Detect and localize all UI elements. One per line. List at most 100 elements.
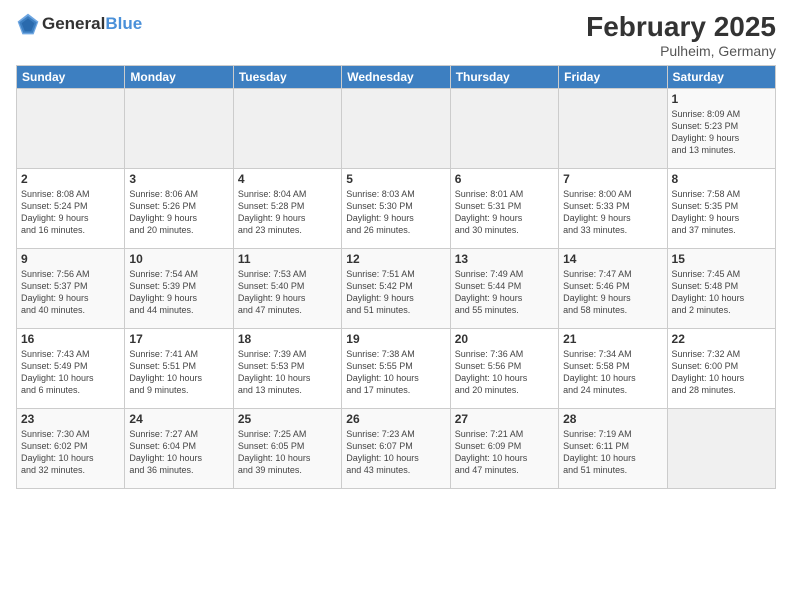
day-info: Sunrise: 7:19 AM Sunset: 6:11 PM Dayligh… <box>563 428 662 477</box>
calendar-cell: 2 Sunrise: 8:08 AM Sunset: 5:24 PM Daylig… <box>17 168 125 248</box>
day-number: 12 <box>346 252 445 266</box>
day-info: Sunrise: 8:08 AM Sunset: 5:24 PM Dayligh… <box>21 188 120 237</box>
day-info: Sunrise: 7:23 AM Sunset: 6:07 PM Dayligh… <box>346 428 445 477</box>
calendar-cell: 14 Sunrise: 7:47 AM Sunset: 5:46 PM Dayli… <box>559 248 667 328</box>
day-info: Sunrise: 8:09 AM Sunset: 5:23 PM Dayligh… <box>672 108 771 157</box>
day-number: 16 <box>21 332 120 346</box>
day-info: Sunrise: 7:41 AM Sunset: 5:51 PM Dayligh… <box>129 348 228 397</box>
day-info: Sunrise: 7:38 AM Sunset: 5:55 PM Dayligh… <box>346 348 445 397</box>
day-info: Sunrise: 7:21 AM Sunset: 6:09 PM Dayligh… <box>455 428 554 477</box>
day-info: Sunrise: 7:45 AM Sunset: 5:48 PM Dayligh… <box>672 268 771 317</box>
day-info: Sunrise: 7:53 AM Sunset: 5:40 PM Dayligh… <box>238 268 337 317</box>
day-header-thursday: Thursday <box>450 65 558 88</box>
calendar-cell: 9Sunrise: 7:56 AM Sunset: 5:37 PM Daylig… <box>17 248 125 328</box>
calendar-cell: 26 Sunrise: 7:23 AM Sunset: 6:07 PM Dayli… <box>342 408 450 488</box>
day-number: 8 <box>672 172 771 186</box>
calendar-cell <box>450 88 558 168</box>
calendar-cell: 12 Sunrise: 7:51 AM Sunset: 5:42 PM Dayli… <box>342 248 450 328</box>
calendar-cell <box>17 88 125 168</box>
calendar-cell: 25 Sunrise: 7:25 AM Sunset: 6:05 PM Dayli… <box>233 408 341 488</box>
calendar-cell <box>342 88 450 168</box>
day-number: 20 <box>455 332 554 346</box>
day-info: Sunrise: 7:51 AM Sunset: 5:42 PM Dayligh… <box>346 268 445 317</box>
calendar-cell: 8 Sunrise: 7:58 AM Sunset: 5:35 PM Daylig… <box>667 168 775 248</box>
day-number: 7 <box>563 172 662 186</box>
day-number: 3 <box>129 172 228 186</box>
day-number: 26 <box>346 412 445 426</box>
day-number: 4 <box>238 172 337 186</box>
day-header-wednesday: Wednesday <box>342 65 450 88</box>
calendar-cell <box>233 88 341 168</box>
day-number: 27 <box>455 412 554 426</box>
day-number: 10 <box>129 252 228 266</box>
day-info: Sunrise: 7:27 AM Sunset: 6:04 PM Dayligh… <box>129 428 228 477</box>
calendar-week-row: 9Sunrise: 7:56 AM Sunset: 5:37 PM Daylig… <box>17 248 776 328</box>
day-info: Sunrise: 7:58 AM Sunset: 5:35 PM Dayligh… <box>672 188 771 237</box>
calendar-cell: 23Sunrise: 7:30 AM Sunset: 6:02 PM Dayli… <box>17 408 125 488</box>
day-number: 19 <box>346 332 445 346</box>
calendar-cell: 24 Sunrise: 7:27 AM Sunset: 6:04 PM Dayli… <box>125 408 233 488</box>
calendar-cell: 21 Sunrise: 7:34 AM Sunset: 5:58 PM Dayli… <box>559 328 667 408</box>
calendar-cell: 28 Sunrise: 7:19 AM Sunset: 6:11 PM Dayli… <box>559 408 667 488</box>
calendar-week-row: 2 Sunrise: 8:08 AM Sunset: 5:24 PM Daylig… <box>17 168 776 248</box>
calendar-cell: 17 Sunrise: 7:41 AM Sunset: 5:51 PM Dayli… <box>125 328 233 408</box>
day-info: Sunrise: 7:54 AM Sunset: 5:39 PM Dayligh… <box>129 268 228 317</box>
day-info: Sunrise: 8:04 AM Sunset: 5:28 PM Dayligh… <box>238 188 337 237</box>
day-number: 14 <box>563 252 662 266</box>
day-number: 6 <box>455 172 554 186</box>
day-header-saturday: Saturday <box>667 65 775 88</box>
day-info: Sunrise: 7:34 AM Sunset: 5:58 PM Dayligh… <box>563 348 662 397</box>
month-title: February 2025 <box>586 12 776 43</box>
location: Pulheim, Germany <box>586 43 776 59</box>
day-number: 1 <box>672 92 771 106</box>
day-number: 24 <box>129 412 228 426</box>
calendar-cell: 6 Sunrise: 8:01 AM Sunset: 5:31 PM Daylig… <box>450 168 558 248</box>
logo-text: GeneralBlue <box>42 15 142 34</box>
calendar-week-row: 16 Sunrise: 7:43 AM Sunset: 5:49 PM Dayli… <box>17 328 776 408</box>
day-number: 21 <box>563 332 662 346</box>
day-info: Sunrise: 8:03 AM Sunset: 5:30 PM Dayligh… <box>346 188 445 237</box>
calendar-cell: 19 Sunrise: 7:38 AM Sunset: 5:55 PM Dayli… <box>342 328 450 408</box>
day-info: Sunrise: 8:01 AM Sunset: 5:31 PM Dayligh… <box>455 188 554 237</box>
calendar-cell <box>125 88 233 168</box>
calendar-cell: 18 Sunrise: 7:39 AM Sunset: 5:53 PM Dayli… <box>233 328 341 408</box>
day-number: 17 <box>129 332 228 346</box>
calendar-cell <box>667 408 775 488</box>
calendar-cell: 22Sunrise: 7:32 AM Sunset: 6:00 PM Dayli… <box>667 328 775 408</box>
calendar-cell: 5 Sunrise: 8:03 AM Sunset: 5:30 PM Daylig… <box>342 168 450 248</box>
day-number: 2 <box>21 172 120 186</box>
calendar-cell: 1 Sunrise: 8:09 AM Sunset: 5:23 PM Daylig… <box>667 88 775 168</box>
calendar-cell: 7 Sunrise: 8:00 AM Sunset: 5:33 PM Daylig… <box>559 168 667 248</box>
day-header-friday: Friday <box>559 65 667 88</box>
day-number: 11 <box>238 252 337 266</box>
calendar-cell: 13Sunrise: 7:49 AM Sunset: 5:44 PM Dayli… <box>450 248 558 328</box>
calendar-cell: 20Sunrise: 7:36 AM Sunset: 5:56 PM Dayli… <box>450 328 558 408</box>
day-number: 25 <box>238 412 337 426</box>
logo-icon <box>16 12 40 36</box>
day-info: Sunrise: 7:30 AM Sunset: 6:02 PM Dayligh… <box>21 428 120 477</box>
calendar-cell <box>559 88 667 168</box>
day-number: 13 <box>455 252 554 266</box>
day-info: Sunrise: 7:56 AM Sunset: 5:37 PM Dayligh… <box>21 268 120 317</box>
day-info: Sunrise: 8:06 AM Sunset: 5:26 PM Dayligh… <box>129 188 228 237</box>
day-number: 15 <box>672 252 771 266</box>
day-number: 5 <box>346 172 445 186</box>
day-info: Sunrise: 8:00 AM Sunset: 5:33 PM Dayligh… <box>563 188 662 237</box>
day-info: Sunrise: 7:25 AM Sunset: 6:05 PM Dayligh… <box>238 428 337 477</box>
day-info: Sunrise: 7:43 AM Sunset: 5:49 PM Dayligh… <box>21 348 120 397</box>
day-header-monday: Monday <box>125 65 233 88</box>
logo: GeneralBlue <box>16 12 142 36</box>
title-area: February 2025 Pulheim, Germany <box>586 12 776 59</box>
calendar-table: SundayMondayTuesdayWednesdayThursdayFrid… <box>16 65 776 489</box>
day-number: 18 <box>238 332 337 346</box>
day-info: Sunrise: 7:47 AM Sunset: 5:46 PM Dayligh… <box>563 268 662 317</box>
day-number: 28 <box>563 412 662 426</box>
calendar-week-row: 1 Sunrise: 8:09 AM Sunset: 5:23 PM Daylig… <box>17 88 776 168</box>
calendar-cell: 16 Sunrise: 7:43 AM Sunset: 5:49 PM Dayli… <box>17 328 125 408</box>
calendar-cell: 27 Sunrise: 7:21 AM Sunset: 6:09 PM Dayli… <box>450 408 558 488</box>
page-container: GeneralBlue February 2025 Pulheim, Germa… <box>0 0 792 612</box>
day-number: 22 <box>672 332 771 346</box>
calendar-cell: 11 Sunrise: 7:53 AM Sunset: 5:40 PM Dayli… <box>233 248 341 328</box>
day-info: Sunrise: 7:39 AM Sunset: 5:53 PM Dayligh… <box>238 348 337 397</box>
calendar-header-row: SundayMondayTuesdayWednesdayThursdayFrid… <box>17 65 776 88</box>
